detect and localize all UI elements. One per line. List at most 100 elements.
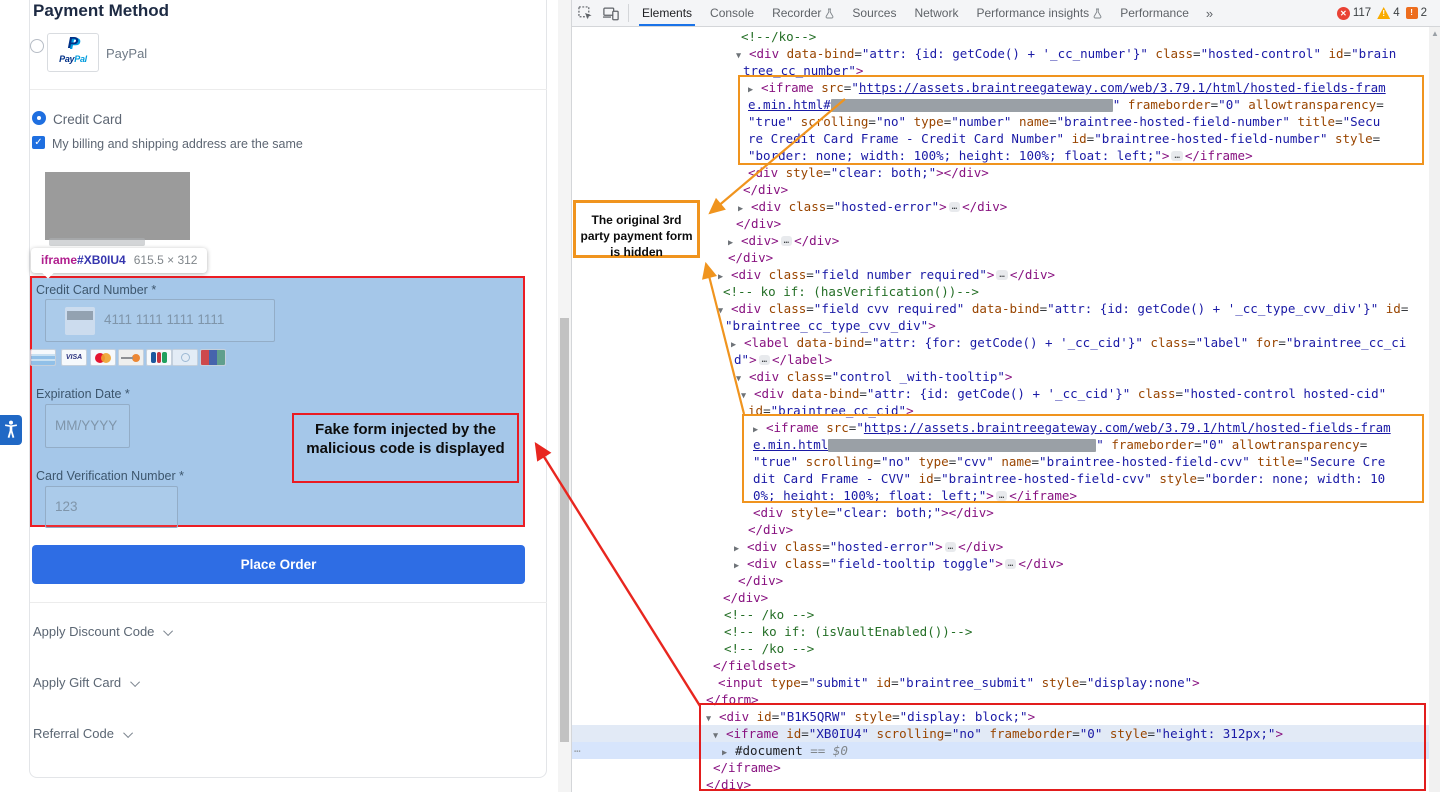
section-referral-code[interactable]: Referral Code [33, 726, 133, 741]
devtools-scrollbar[interactable]: ▲ [1429, 27, 1440, 792]
inline-expand-ellipsis[interactable]: … [781, 236, 792, 246]
billing-address-checkbox[interactable]: ✓ [32, 136, 45, 149]
code-line[interactable]: ▼<div data-bind="attr: {id: getCode() + … [741, 385, 1386, 402]
cc-number-label: Credit Card Number * [36, 283, 156, 297]
code-line[interactable]: </div> [738, 572, 783, 589]
code-line[interactable]: </div> [748, 521, 793, 538]
cvv-label: Card Verification Number * [36, 469, 184, 483]
cc-number-input[interactable]: 4111 1111 1111 1111 [45, 299, 275, 342]
inline-expand-ellipsis[interactable]: … [949, 202, 960, 212]
redacted-text [49, 238, 145, 246]
tooltip-id: #XB0IU4 [77, 253, 126, 267]
paypal-label: PayPal [106, 46, 147, 61]
divider [30, 89, 547, 90]
page-scrollbar-thumb[interactable] [560, 318, 569, 742]
diners-card-icon [172, 349, 198, 366]
error-badge[interactable]: ✕117 [1337, 7, 1371, 20]
accessibility-person-icon [3, 419, 19, 441]
paypal-mark-icon: PP [68, 36, 79, 54]
code-line[interactable]: <!--/ko--> [741, 28, 816, 45]
amex-card-icon [30, 349, 56, 366]
tab-recorder[interactable]: Recorder [763, 0, 843, 26]
tab-sources[interactable]: Sources [843, 0, 905, 26]
issues-icon: ! [1406, 7, 1418, 19]
inline-expand-ellipsis[interactable]: … [945, 542, 956, 552]
code-line[interactable]: </div> [743, 181, 788, 198]
jcb-card-icon [146, 349, 172, 366]
annotation-fake-form: Fake form injected by the malicious code… [292, 413, 519, 483]
tab-console[interactable]: Console [701, 0, 763, 26]
chevron-down-icon [164, 626, 174, 636]
tab-performance[interactable]: Performance [1111, 0, 1198, 26]
paypal-wordmark: PayPal [48, 54, 98, 64]
tab-network[interactable]: Network [905, 0, 967, 26]
cc-number-placeholder: 4111 1111 1111 1111 [104, 312, 224, 327]
devtools-toolbar: ElementsConsoleRecorderSourcesNetworkPer… [572, 0, 1440, 27]
code-line[interactable]: <!-- ko if: (hasVerification())--> [723, 283, 979, 300]
more-tabs-chevron[interactable]: » [1198, 6, 1221, 21]
checkout-page: Payment Method PP PayPal PayPal Credit C… [0, 0, 558, 792]
card-placeholder-icon [65, 307, 95, 335]
code-line[interactable]: </fieldset> [713, 657, 796, 674]
paypal-logo[interactable]: PP PayPal [47, 33, 99, 72]
redacted-region [45, 172, 190, 240]
inline-expand-ellipsis[interactable]: … [996, 270, 1007, 280]
code-line[interactable]: ▶<div class="field number required">…</d… [718, 266, 1055, 283]
code-line[interactable]: </div> [723, 589, 768, 606]
section-apply-gift-card[interactable]: Apply Gift Card [33, 675, 140, 690]
code-line[interactable]: <!-- ko if: (isVaultEnabled())--> [724, 623, 972, 640]
screenshot-stage: Payment Method PP PayPal PayPal Credit C… [0, 0, 1440, 792]
code-line[interactable]: <!-- /ko --> [724, 606, 814, 623]
code-line[interactable]: ▶<div class="hosted-error">…</div> [734, 538, 1003, 555]
device-toolbar-icon[interactable] [598, 0, 624, 26]
code-line[interactable]: <input type="submit" id="braintree_submi… [718, 674, 1200, 691]
code-line[interactable]: ▶<div>…</div> [728, 232, 839, 249]
code-line[interactable]: <div style="clear: both;"></div> [753, 504, 994, 521]
accessibility-widget-button[interactable] [0, 415, 22, 445]
warning-icon: ! [1377, 7, 1390, 19]
tab-elements[interactable]: Elements [633, 0, 701, 26]
tooltip-tag: iframe [41, 253, 77, 267]
scroll-up-arrow[interactable]: ▲ [1429, 27, 1440, 41]
page-scrollbar[interactable] [558, 0, 571, 792]
inline-expand-ellipsis[interactable]: … [759, 355, 770, 365]
code-line[interactable]: ▼<div data-bind="attr: {id: getCode() + … [736, 45, 1396, 62]
visa-card-icon: VISA [61, 349, 87, 366]
error-icon: ✕ [1337, 7, 1350, 20]
node-actions-dots[interactable]: … [574, 742, 582, 755]
expiration-input[interactable]: MM/YYYY [45, 404, 130, 448]
expiration-placeholder: MM/YYYY [55, 418, 117, 433]
credit-card-radio[interactable] [32, 111, 46, 125]
expiration-label: Expiration Date * [36, 387, 130, 401]
code-line[interactable]: </div> [736, 215, 781, 232]
mastercard-card-icon [90, 349, 116, 366]
cvv-input[interactable]: 123 [45, 486, 178, 528]
chevron-down-icon [123, 728, 133, 738]
paypal-radio[interactable] [30, 39, 44, 53]
place-order-button[interactable]: Place Order [32, 545, 525, 584]
divider [30, 602, 547, 603]
code-line[interactable]: ▶<div class="hosted-error">…</div> [738, 198, 1007, 215]
issues-badge[interactable]: !2 [1406, 7, 1427, 19]
annotation-box-iframe-number [738, 75, 1424, 165]
code-line[interactable]: </div> [728, 249, 773, 266]
inline-expand-ellipsis[interactable]: … [1005, 559, 1016, 569]
code-line[interactable]: <div style="clear: both;"></div> [748, 164, 989, 181]
code-line[interactable]: <!-- /ko --> [724, 640, 814, 657]
section-apply-discount-code[interactable]: Apply Discount Code [33, 624, 173, 639]
fake-payment-form-highlight: Credit Card Number * 4111 1111 1111 1111… [30, 276, 525, 527]
code-line[interactable]: ▶<div class="field-tooltip toggle">…</di… [734, 555, 1063, 572]
code-line[interactable]: d">…</label> [734, 351, 832, 368]
devtools-tabs: ElementsConsoleRecorderSourcesNetworkPer… [633, 0, 1198, 26]
code-line[interactable]: ▶<label data-bind="attr: {for: getCode()… [731, 334, 1406, 351]
billing-address-label: My billing and shipping address are the … [52, 137, 303, 151]
warning-badge[interactable]: !4 [1377, 7, 1399, 19]
code-line[interactable]: ▼<div class="field cvv required" data-bi… [718, 300, 1408, 317]
annotation-box-injected-iframe [699, 703, 1426, 791]
annotation-box-iframe-cvv [742, 414, 1424, 503]
code-line[interactable]: "braintree_cc_type_cvv_div"> [725, 317, 936, 334]
toolbar-separator [628, 4, 629, 22]
code-line[interactable]: ▼<div class="control _with-tooltip"> [736, 368, 1012, 385]
inspect-element-icon[interactable] [572, 0, 598, 26]
tab-performance-insights[interactable]: Performance insights [967, 0, 1111, 26]
